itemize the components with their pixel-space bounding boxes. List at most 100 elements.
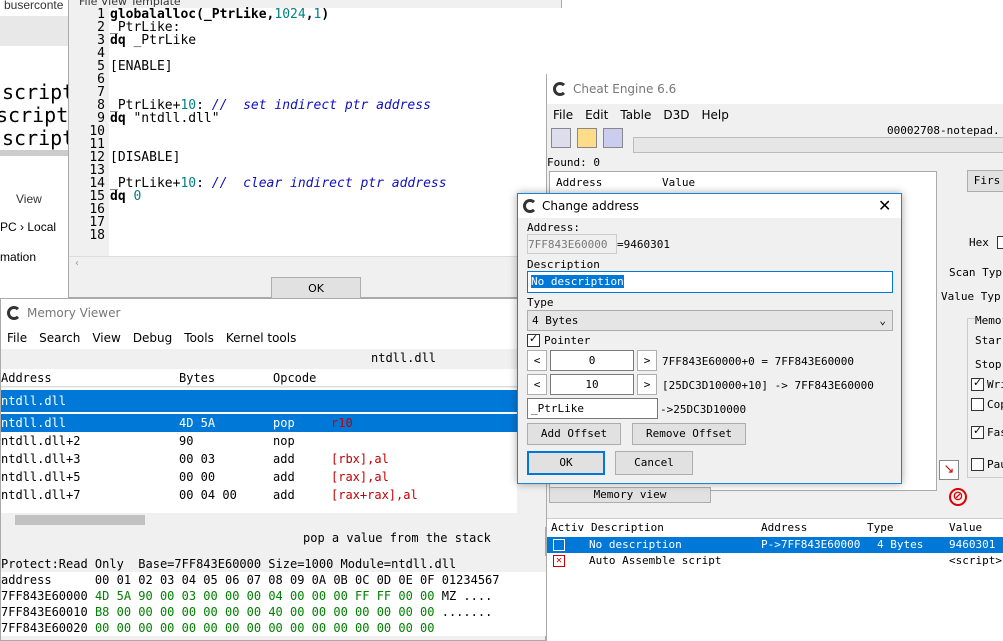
disasm-address: ntdll.dll+3 xyxy=(1,452,81,466)
offset2-field[interactable]: 10 xyxy=(550,374,634,395)
ct-col-value[interactable]: Value xyxy=(949,519,982,537)
line-number-gutter: 1 2 3 4 5 6 7 8 9 10 11 12 13 14 15 16 17 18 xyxy=(69,8,109,248)
view-tab[interactable]: View xyxy=(16,192,42,206)
writable-checkbox[interactable]: ✓ xyxy=(971,376,984,391)
col-address[interactable]: Address xyxy=(1,369,52,387)
mv-menu-search[interactable]: Search xyxy=(39,331,80,345)
add-offset-button[interactable]: Add Offset xyxy=(527,423,621,445)
type-value: 4 Bytes xyxy=(532,314,579,327)
hex-row[interactable]: 7FF843E60010 B8 00 00 00 00 00 00 00 40 … xyxy=(1,604,547,620)
mv-menu-view[interactable]: View xyxy=(92,331,120,345)
hex-ascii: ....... xyxy=(441,605,493,619)
close-icon[interactable]: ✕ xyxy=(878,194,891,218)
cheat-engine-icon xyxy=(523,199,537,213)
hex-checkbox[interactable] xyxy=(997,236,1003,249)
disasm-row[interactable]: ntdll.dll+3 00 03 add [rbx],al xyxy=(1,450,517,468)
check-icon: ✓ xyxy=(973,424,983,437)
pause-checkbox[interactable] xyxy=(971,458,984,471)
code-token: 10 xyxy=(180,176,197,191)
fast-scan-checkbox[interactable]: ✓ xyxy=(971,424,984,439)
pc-crumb[interactable]: PC › Local xyxy=(0,220,56,234)
cheat-table-row[interactable]: No description P->7FF843E60000 4 Bytes 9… xyxy=(547,537,1003,553)
ce-menu-edit[interactable]: Edit xyxy=(585,108,608,122)
add-address-arrow-icon[interactable]: ↘ xyxy=(939,460,959,480)
mv-menu-kernel-tools[interactable]: Kernel tools xyxy=(226,331,297,345)
mv-menu-file[interactable]: File xyxy=(7,331,27,345)
ce-menu-table[interactable]: Table xyxy=(620,108,651,122)
base-address-field[interactable]: _PtrLike xyxy=(527,398,658,419)
disasm-bytes: 4D 5A xyxy=(179,416,216,430)
ct-col-active[interactable]: Activ xyxy=(551,519,584,537)
open-process-icon[interactable] xyxy=(551,128,571,148)
cheat-table-row[interactable]: ✕ Auto Assemble script <script> xyxy=(547,553,1003,569)
ct-col-description[interactable]: Description xyxy=(591,519,664,537)
hex-row[interactable]: 7FF843E60000 4D 5A 90 00 03 00 00 00 04 … xyxy=(1,588,547,604)
copy-on-write-checkbox[interactable] xyxy=(971,398,984,411)
scan-type-label: Scan Typ xyxy=(949,266,1002,279)
disasm-list[interactable]: ntdll.dll ntdll.dll 4D 5A pop r10 ntdll.dll+… xyxy=(1,388,517,523)
ct-col-address[interactable]: Address xyxy=(761,519,807,537)
cheat-table-header: Activ Description Address Type Value xyxy=(547,519,1003,537)
found-col-value[interactable]: Value xyxy=(662,176,695,189)
disasm-bytes: 00 00 xyxy=(179,470,216,484)
code-token: 0 xyxy=(133,189,142,204)
nav-item-information[interactable]: mation xyxy=(0,250,36,264)
clear-list-icon[interactable]: ⊘ xyxy=(949,488,967,506)
found-col-address[interactable]: Address xyxy=(556,176,602,189)
copy-on-write-label: Cop xyxy=(987,398,1003,411)
ce-menu-file[interactable]: File xyxy=(553,108,573,122)
ce-menu-d3d[interactable]: D3D xyxy=(663,108,689,122)
offset1-increment-button[interactable]: > xyxy=(637,350,657,371)
cheat-table[interactable]: Activ Description Address Type Value No … xyxy=(547,518,1003,641)
offset1-decrement-button[interactable]: < xyxy=(527,350,547,371)
disasm-row[interactable]: ntdll.dll+5 00 00 add [rax],al xyxy=(1,468,517,486)
offset2-increment-button[interactable]: > xyxy=(637,374,657,395)
disasm-header: Address Bytes Opcode xyxy=(1,369,517,387)
cancel-button[interactable]: Cancel xyxy=(615,451,693,475)
disasm-row[interactable]: ntdll.dll+7 00 04 00 add [rax+rax],al xyxy=(1,486,517,504)
scroll-left-icon[interactable]: ‹ xyxy=(75,258,79,269)
description-field[interactable]: No description xyxy=(527,271,893,293)
mv-menu-tools[interactable]: Tools xyxy=(184,331,214,345)
disasm-hscroll[interactable] xyxy=(1,513,517,527)
disasm-row[interactable]: ntdll.dll 4D 5A pop r10 xyxy=(1,414,517,432)
code-token: "ntdll.dll" xyxy=(125,111,220,126)
description-value: No description xyxy=(531,275,624,288)
scan-progress xyxy=(633,137,1003,153)
editor-ok-button[interactable]: OK xyxy=(271,277,361,299)
ct-col-type[interactable]: Type xyxy=(867,519,894,537)
first-scan-button[interactable]: Firs xyxy=(967,170,1003,192)
open-file-icon[interactable] xyxy=(577,128,597,148)
horizontal-scrollbar[interactable]: ‹ › xyxy=(69,256,563,272)
disasm-row[interactable]: ntdll.dll+2 90 nop xyxy=(1,432,517,450)
active-checkbox[interactable] xyxy=(553,539,565,551)
chevron-down-icon: ⌄ xyxy=(879,314,886,327)
pc-crumb-label: PC xyxy=(0,220,17,234)
script-item-1[interactable]: script xyxy=(2,80,74,104)
save-icon[interactable] xyxy=(603,128,623,148)
disasm-bytes: 90 xyxy=(179,434,194,448)
pause-label: Pau xyxy=(987,458,1003,471)
col-opcode[interactable]: Opcode xyxy=(273,369,316,387)
type-select[interactable]: 4 Bytes ⌄ xyxy=(527,310,893,331)
script-inactive-icon[interactable]: ✕ xyxy=(553,555,565,567)
col-bytes[interactable]: Bytes xyxy=(179,369,215,387)
code-token: dq xyxy=(110,189,126,204)
ok-button[interactable]: OK xyxy=(527,451,605,475)
mv-menu-debug[interactable]: Debug xyxy=(133,331,172,345)
script-item-3[interactable]: script xyxy=(2,126,74,150)
pointer-checkbox[interactable]: ✓ xyxy=(527,332,540,347)
memory-view-button[interactable]: Memory view xyxy=(549,487,711,503)
code-token: [ENABLE] xyxy=(110,59,173,74)
address-field[interactable]: 7FF843E60000 xyxy=(527,234,617,254)
base-address-result: ->25DC3D10000 xyxy=(660,403,747,416)
protect-info: Protect:Read Only Base=7FF843E60000 Size… xyxy=(1,556,547,572)
hex-row[interactable]: 7FF843E60020 00 00 00 00 00 00 00 00 00 … xyxy=(1,620,547,636)
offset2-decrement-button[interactable]: < xyxy=(527,374,547,395)
offset1-field[interactable]: 0 xyxy=(550,350,634,371)
scroll-thumb[interactable] xyxy=(15,515,145,525)
remove-offset-button[interactable]: Remove Offset xyxy=(632,423,746,445)
ce-menu-help[interactable]: Help xyxy=(702,108,729,122)
code-area[interactable]: globalalloc(_PtrLike,1024,1) _PtrLike: dq … xyxy=(109,8,563,256)
